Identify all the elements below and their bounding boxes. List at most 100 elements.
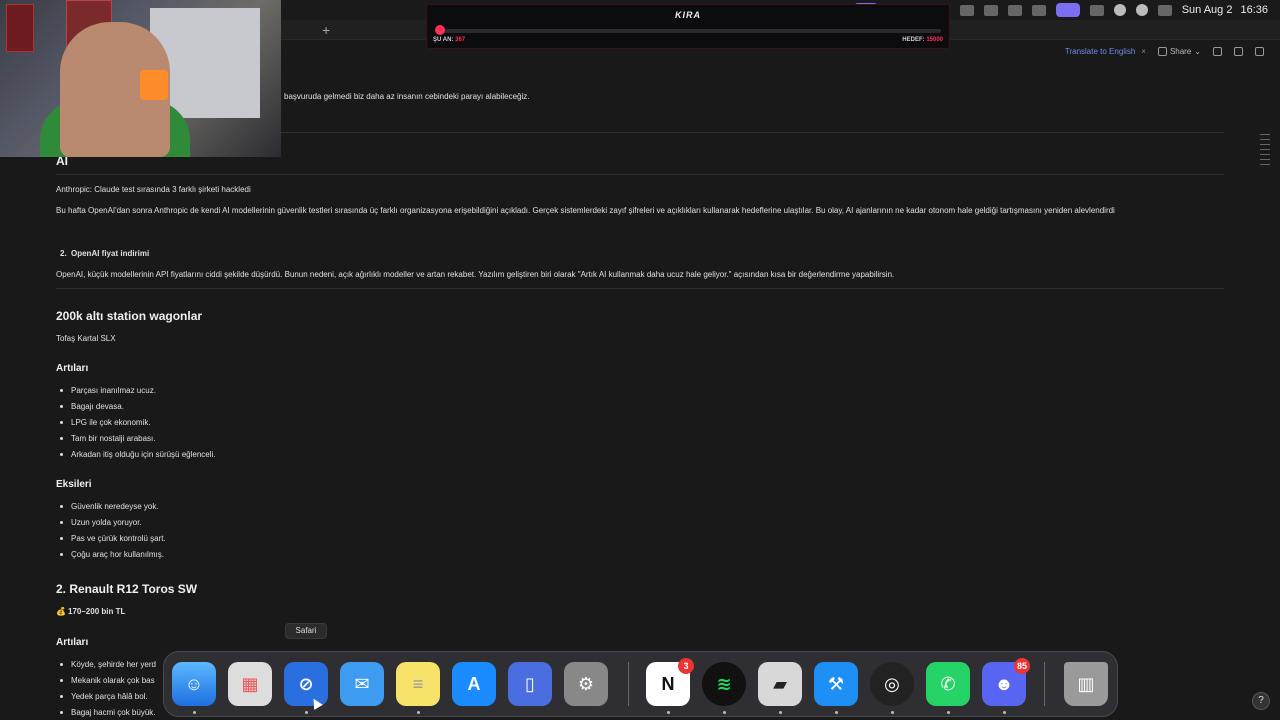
simulator-icon[interactable]: ▯ [508,662,552,706]
money-icon: 💰 [56,607,66,616]
pros2-heading: Artıları [56,637,89,648]
lock-icon [1157,46,1167,56]
list-item: Arkadan itiş olduğu için sürüşü eğlencel… [71,450,216,459]
cons-heading: Eksileri [56,479,92,490]
share-label: Share [1169,46,1192,56]
running-indicator [305,711,308,714]
bullet [60,421,63,424]
bullet [60,695,63,698]
running-indicator [417,711,420,714]
wifi-icon[interactable] [1031,4,1046,16]
bullet [60,679,63,682]
rent-goal-overlay: KIRA ŞU AN: 367 HEDEF: 15000 [426,4,950,49]
dock-separator [1044,662,1045,706]
target-amount: HEDEF: 15000 [902,37,943,43]
list-item: Tam bir nostalji arabası. [71,434,156,443]
notion-badge: 3 [678,658,694,674]
whatsapp-icon[interactable]: ✆ [926,662,970,706]
translate-label: Translate to English [1064,46,1136,56]
list-item: LPG ile çok ekonomik. [71,418,151,427]
bullet [60,521,63,524]
star-icon[interactable] [1234,46,1243,56]
bullet [60,505,63,508]
safari-icon[interactable]: ⊘ [284,662,328,706]
chevron-down-icon: ⌄ [1194,46,1201,56]
running-indicator [947,711,950,714]
bullet [60,453,63,456]
wagon-heading: 200k altı station wagonlar [56,309,203,323]
translate-button[interactable]: Translate to English × [1065,47,1146,56]
dock-separator [628,662,629,706]
bullet [60,663,63,666]
list-item: Uzun yolda yoruyor. [71,518,142,527]
macos-dock: ☺ ▦ ⊘ ✉ ≡ A ▯ ⚙ N3 ≋ ▰ ⚒ ◎ ✆ ☻ 85 ▥ [163,651,1118,717]
share-button[interactable]: Share ⌄ [1157,46,1201,56]
target-value: 15000 [926,37,943,43]
discord-icon[interactable]: ☻ 85 [982,658,1030,706]
list-item: Köyde, şehirde her yerd [71,660,156,669]
page-outline[interactable] [1260,134,1270,169]
poster-image [6,4,34,52]
bullet [60,389,63,392]
running-indicator [723,711,726,714]
skype-icon[interactable] [983,4,998,16]
list-item: Çoğu araç hor kullanılmış. [71,550,164,559]
bullet [60,537,63,540]
bullet [60,553,63,556]
link-icon[interactable] [1213,46,1222,56]
webcam-overlay [0,0,281,157]
toggle-icon[interactable] [1157,4,1172,16]
running-indicator [1003,711,1006,714]
list-item: Pas ve çürük kontrolü şart. [71,534,166,543]
list-item: Bagajı devasa. [71,402,124,411]
cup-image [140,70,168,100]
new-tab-button[interactable]: + [322,22,330,38]
more-icon[interactable] [1255,46,1264,56]
search-icon[interactable] [1135,4,1148,16]
clock-day: Sun Aug 2 [1181,4,1233,16]
list-item: Mekanik olarak çok bas [71,676,155,685]
trash-icon[interactable]: ▥ [1064,662,1108,706]
bullet [60,711,63,714]
running-indicator [779,711,782,714]
divider [56,288,1224,289]
notion-icon[interactable]: N3 [646,658,694,706]
notes-icon[interactable]: ≡ [396,662,440,706]
system-settings-icon[interactable]: ⚙ [564,662,608,706]
obs-icon[interactable]: ◎ [870,662,914,706]
menu-clock[interactable]: Sun Aug 2 16:36 [1182,4,1268,16]
progress-marker [435,25,445,35]
iterm-icon[interactable]: ▰ [758,662,802,706]
car2-heading: 2. Renault R12 Toros SW [56,582,198,596]
cloud-icon[interactable] [1007,4,1022,16]
item1-title: Anthropic: Claude test sırasında 3 farkl… [56,185,251,194]
bullet [60,405,63,408]
divider [56,174,1224,175]
keyboard-icon[interactable] [1089,4,1104,16]
item2-number: 2. [60,249,67,258]
app-store-icon[interactable]: A [452,662,496,706]
item2-body: OpenAI, küçük modellerinin API fiyatları… [56,270,895,279]
battery-icon[interactable] [959,4,974,16]
close-icon[interactable]: × [1141,47,1146,56]
play-icon[interactable] [1113,4,1126,16]
list-item: Yedek parça hâlâ bol. [71,692,148,701]
launchpad-icon[interactable]: ▦ [228,662,272,706]
help-button[interactable]: ? [1252,692,1270,710]
target-label: HEDEF: [902,37,925,43]
spotify-icon[interactable]: ≋ [702,662,746,706]
running-indicator [667,711,670,714]
pros-heading: Artıları [56,363,89,374]
current-label: ŞU AN: [433,37,454,43]
current-amount: ŞU AN: 367 [433,37,465,43]
current-value: 367 [455,37,466,43]
control-center-icon[interactable] [1055,3,1080,17]
running-indicator [193,711,196,714]
car2-price: 170–200 bin TL [68,607,126,616]
finder-icon[interactable]: ☺ [172,662,216,706]
dock-tooltip: Safari [285,623,327,639]
xcode-icon[interactable]: ⚒ [814,662,858,706]
mail-icon[interactable]: ✉ [340,662,384,706]
item1-body: Bu hafta OpenAI'dan sonra Anthropic de k… [56,206,1115,215]
clock-time: 16:36 [1240,4,1268,16]
